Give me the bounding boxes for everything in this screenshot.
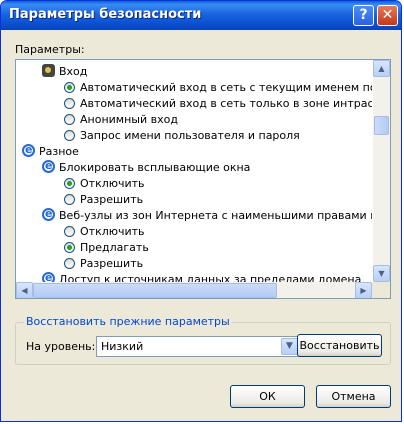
- setting-item: Доступ к источникам данных за пределами …: [42, 270, 362, 282]
- radio-option[interactable]: Разрешить: [64, 192, 143, 208]
- settings-tree[interactable]: Вход Автоматический вход в сеть с текущим…: [15, 59, 391, 299]
- ie-icon: [42, 270, 55, 282]
- close-button[interactable]: ✕: [377, 5, 398, 26]
- group-legend: Восстановить прежние параметры: [24, 315, 232, 328]
- ie-icon: [42, 158, 55, 174]
- level-label: На уровень:: [26, 340, 96, 353]
- radio-button[interactable]: [64, 98, 75, 109]
- scroll-corner: [372, 282, 390, 298]
- radio-button[interactable]: [64, 178, 75, 189]
- scroll-right-button[interactable]: ▶: [355, 282, 372, 298]
- vertical-scroll-thumb[interactable]: [374, 116, 389, 135]
- radio-button[interactable]: [64, 130, 75, 141]
- security-settings-dialog: Параметры безопасности ? ✕ Параметры: Вх…: [0, 0, 402, 422]
- level-select-value: Низкий: [101, 340, 144, 353]
- vertical-scrollbar[interactable]: ▲ ▼: [373, 60, 390, 282]
- radio-option[interactable]: Анонимный вход: [64, 112, 178, 128]
- radio-button[interactable]: [64, 82, 75, 93]
- tree-item-label: Отключить: [80, 225, 145, 238]
- tree-item-label: Веб-узлы из зон Интернета с наименьшими …: [59, 209, 372, 222]
- tree-item-label: Автоматический вход в сеть с текущим име…: [80, 81, 372, 94]
- restore-button[interactable]: Восстановить: [297, 334, 382, 357]
- ie-icon: [42, 206, 55, 222]
- horizontal-scroll-thumb[interactable]: [33, 283, 277, 298]
- tree-item-label: Блокировать всплывающие окна: [59, 161, 251, 174]
- radio-button[interactable]: [64, 242, 75, 253]
- tree-item-label: Разное: [39, 145, 79, 158]
- radio-button[interactable]: [64, 258, 75, 269]
- ok-button[interactable]: ОК: [230, 385, 305, 408]
- radio-option[interactable]: Отключить: [64, 176, 145, 192]
- radio-option[interactable]: Отключить: [64, 224, 145, 240]
- tree-item-label: Отключить: [80, 177, 145, 190]
- tree-item-label: Запрос имени пользователя и пароля: [80, 129, 300, 142]
- params-label: Параметры:: [15, 43, 85, 56]
- setting-item: Веб-узлы из зон Интернета с наименьшими …: [42, 206, 372, 224]
- tree-item-label: Анонимный вход: [80, 113, 178, 126]
- scroll-down-button[interactable]: ▼: [373, 265, 390, 282]
- window-title: Параметры безопасности: [9, 7, 202, 22]
- tree-item-label: Доступ к источникам данных за пределами …: [59, 273, 362, 282]
- setting-item: Вход: [42, 64, 87, 80]
- key-icon: [42, 64, 55, 77]
- radio-option[interactable]: Автоматический вход в сеть только в зоне…: [64, 96, 372, 112]
- radio-option[interactable]: Предлагать: [64, 240, 149, 256]
- help-button[interactable]: ?: [353, 5, 374, 26]
- settings-list: Вход Автоматический вход в сеть с текущим…: [16, 60, 372, 282]
- horizontal-scrollbar[interactable]: ◀ ▶: [16, 282, 372, 298]
- tree-item-label: Автоматический вход в сеть только в зоне…: [80, 97, 372, 110]
- scroll-up-button[interactable]: ▲: [373, 60, 390, 77]
- radio-option[interactable]: Автоматический вход в сеть с текущим име…: [64, 80, 372, 96]
- tree-item-label: Вход: [59, 65, 88, 78]
- tree-item-label: Предлагать: [80, 241, 149, 254]
- ie-icon: [22, 142, 35, 158]
- level-select[interactable]: Низкий ▼: [96, 336, 300, 357]
- radio-button[interactable]: [64, 114, 75, 125]
- radio-button[interactable]: [64, 194, 75, 205]
- chevron-down-icon[interactable]: ▼: [281, 338, 298, 355]
- radio-option[interactable]: Запрос имени пользователя и пароля: [64, 128, 300, 144]
- setting-item: Блокировать всплывающие окна: [42, 158, 251, 176]
- radio-button[interactable]: [64, 226, 75, 237]
- tree-item-label: Разрешить: [80, 257, 144, 270]
- tree-item-label: Разрешить: [80, 193, 144, 206]
- scroll-left-button[interactable]: ◀: [16, 282, 33, 298]
- radio-option[interactable]: Разрешить: [64, 256, 143, 272]
- cancel-button[interactable]: Отмена: [316, 385, 391, 408]
- title-bar[interactable]: Параметры безопасности ? ✕: [1, 1, 401, 30]
